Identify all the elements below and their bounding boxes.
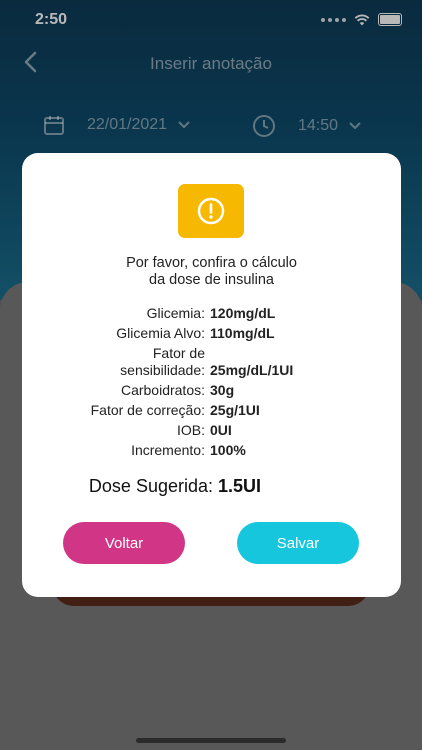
back-button[interactable]: Voltar	[63, 522, 185, 564]
correction-factor-row: Fator de correção: 25g/1UI	[90, 402, 260, 418]
home-indicator[interactable]	[136, 738, 286, 743]
save-button[interactable]: Salvar	[237, 522, 359, 564]
increment-row: Incremento: 100%	[131, 442, 246, 458]
dose-confirmation-dialog: Por favor, confira o cálculo da dose de …	[22, 153, 401, 597]
iob-row: IOB: 0UI	[176, 422, 232, 438]
suggested-dose: Dose Sugerida: 1.5UI	[88, 476, 262, 496]
carboidratos-row: Carboidratos: 30g	[120, 382, 235, 398]
glicemia-row: Glicemia: 120mg/dL	[146, 305, 276, 321]
warning-icon	[178, 184, 244, 238]
calculation-list: Glicemia: 120mg/dL Glicemia Alvo: 110mg/…	[22, 303, 401, 460]
sensitivity-row: Fator de sensibilidade: 25mg/dL/1UI	[120, 345, 294, 378]
confirm-message: Por favor, confira o cálculo da dose de …	[126, 255, 297, 288]
glicemia-alvo-row: Glicemia Alvo: 110mg/dL	[116, 325, 275, 341]
